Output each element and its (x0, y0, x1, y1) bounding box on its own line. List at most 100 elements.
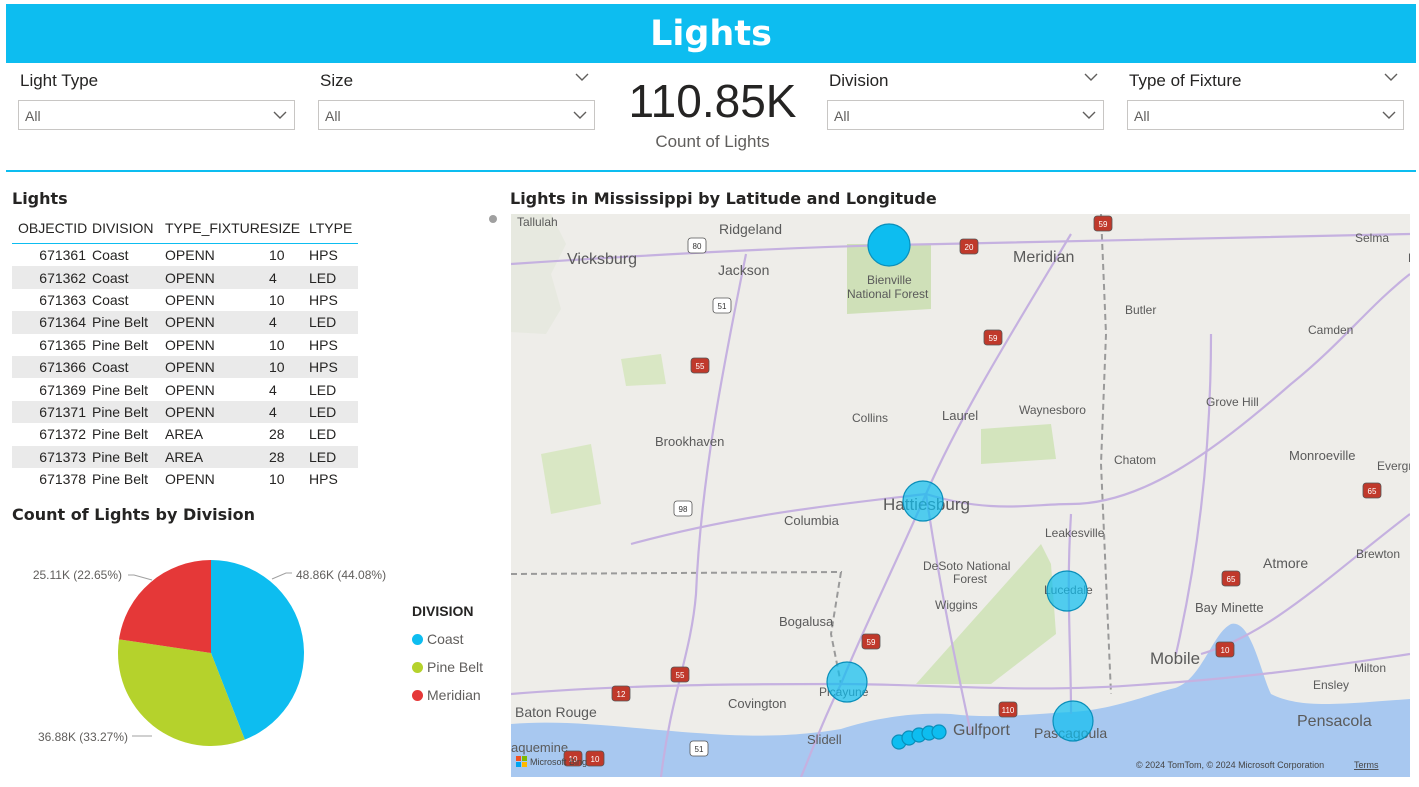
table-cell: 4 (269, 269, 277, 286)
state-border (1099, 214, 1112, 695)
table-row[interactable]: 671365 Pine Belt OPENN 10 HPS (12, 334, 358, 356)
table-row[interactable]: 671364 Pine Belt OPENN 4 LED (12, 311, 358, 334)
table-cell: 671369 (39, 381, 86, 398)
highway-shield-icon: 98 (673, 500, 693, 517)
map-place-label: aquemine (511, 740, 568, 755)
map-place-label: Baton Rouge (515, 704, 597, 720)
table-cell: AREA (165, 426, 204, 443)
map-marker[interactable] (1046, 570, 1088, 612)
table-row[interactable]: 671361 Coast OPENN 10 HPS (12, 244, 358, 266)
table-row[interactable]: 671363 Coast OPENN 10 HPS (12, 289, 358, 311)
visual-scroll-handle[interactable] (489, 215, 497, 223)
table-cell: 10 (269, 247, 285, 264)
chevron-down-icon (573, 111, 587, 119)
slicer-division: Division All (827, 66, 1104, 132)
map-marker[interactable] (1052, 700, 1094, 742)
size-dropdown[interactable]: All (318, 100, 595, 130)
table-cell: Coast (92, 359, 129, 376)
map-place-label: Brewton (1356, 547, 1400, 561)
legend-item[interactable]: Meridian (412, 681, 483, 709)
highway-shield-icon: 110 (998, 701, 1018, 718)
data-label: 48.86K (44.08%) (296, 568, 386, 582)
map-place-label: Meridian (1013, 249, 1074, 266)
table-cell: HPS (309, 336, 338, 353)
legend-item[interactable]: Coast (412, 625, 483, 653)
highway-shield-icon: 80 (687, 237, 707, 254)
table-cell: HPS (309, 471, 338, 488)
table-cell: OPENN (165, 269, 215, 286)
column-header[interactable]: DIVISION (90, 220, 163, 236)
map-place-label: Gulfport (953, 722, 1010, 739)
table-cell: 671363 (39, 291, 86, 308)
highway-shield-icon: 59 (861, 633, 881, 650)
svg-text:55: 55 (696, 362, 705, 371)
column-header[interactable]: OBJECTID (12, 220, 90, 236)
table-cell: LED (309, 426, 337, 443)
table-row[interactable]: 671372 Pine Belt AREA 28 LED (12, 423, 358, 445)
legend-item[interactable]: Pine Belt (412, 653, 483, 681)
highway-shield-icon: 59 (983, 329, 1003, 346)
map-canvas[interactable]: Tallulah Vicksburg Ridgeland Jackson Bienvil… (511, 214, 1410, 777)
map-place-label: Bogalusa (779, 614, 834, 629)
forest-patch (981, 424, 1056, 464)
map-place-label: Chatom (1114, 453, 1156, 467)
column-header[interactable]: SIZE (268, 220, 308, 236)
table-cell: OPENN (165, 403, 215, 420)
table-cell: 671365 (39, 336, 86, 353)
table-row[interactable]: 671378 Pine Belt OPENN 10 HPS (12, 468, 358, 490)
chevron-down-icon[interactable] (575, 70, 589, 84)
table-cell: AREA (165, 448, 204, 465)
table-row[interactable]: 671373 Pine Belt AREA 28 LED (12, 445, 358, 468)
table-cell: Coast (92, 291, 129, 308)
lights-map[interactable]: Tallulah Vicksburg Ridgeland Jackson Bienvil… (511, 214, 1410, 777)
table-cell: OPENN (165, 471, 215, 488)
table-cell: 28 (269, 448, 285, 465)
map-place-label: Ensley (1313, 678, 1349, 692)
bing-logo-text: Microsoft Bing (530, 757, 587, 767)
map-marker[interactable] (867, 223, 911, 267)
dropdown-value: All (25, 108, 41, 124)
table-cell: HPS (309, 247, 338, 264)
map-place-label: Ridgeland (719, 221, 782, 237)
chevron-down-icon[interactable] (1384, 70, 1398, 84)
map-marker[interactable] (931, 724, 947, 740)
table-cell: 10 (269, 291, 285, 308)
svg-text:51: 51 (695, 745, 704, 754)
legend-label: Coast (427, 631, 464, 647)
table-row[interactable]: 671362 Coast OPENN 4 LED (12, 266, 358, 289)
map-place-label: Tallulah (517, 215, 558, 229)
kpi-caption: Count of Lights (655, 132, 770, 151)
map-place-label: Grove Hill (1206, 395, 1259, 409)
table-cell: Pine Belt (92, 314, 149, 331)
forest-patch (541, 444, 601, 514)
road (1067, 513, 1073, 715)
table-row[interactable]: 671371 Pine Belt OPENN 4 LED (12, 400, 358, 424)
lights-table[interactable]: OBJECTID DIVISION TYPE_FIXTURE SIZE LTYP… (12, 212, 358, 494)
map-place-label: Butler (1125, 303, 1156, 317)
column-header[interactable]: TYPE_FIXTURE (163, 220, 269, 236)
svg-text:12: 12 (617, 690, 626, 699)
svg-text:59: 59 (989, 334, 998, 343)
map-terms-link[interactable]: Terms (1354, 760, 1379, 770)
data-label: 36.88K (33.27%) (38, 730, 128, 744)
map-marker[interactable] (902, 480, 944, 522)
highway-shield-icon: 12 (611, 685, 631, 702)
type-of-fixture-dropdown[interactable]: All (1127, 100, 1404, 130)
map-place-label: Evergr (1377, 459, 1410, 473)
pie-slice-meridian[interactable] (119, 560, 211, 653)
svg-text:59: 59 (1099, 220, 1108, 229)
table-row[interactable]: 671369 Pine Belt OPENN 4 LED (12, 378, 358, 400)
chevron-down-icon[interactable] (1084, 70, 1098, 84)
table-cell: 671361 (39, 247, 86, 264)
data-label: 25.11K (22.65%) (33, 568, 122, 582)
svg-text:10: 10 (1221, 646, 1230, 655)
table-cell: 10 (269, 471, 285, 488)
column-header[interactable]: LTYPE (308, 220, 356, 236)
kpi-value: 110.85K (628, 75, 797, 127)
table-cell: 671372 (39, 426, 86, 443)
division-dropdown[interactable]: All (827, 100, 1104, 130)
table-row[interactable]: 671366 Coast OPENN 10 HPS (12, 355, 358, 379)
map-marker[interactable] (826, 661, 868, 703)
table-cell: LED (309, 403, 337, 420)
light-type-dropdown[interactable]: All (18, 100, 295, 130)
